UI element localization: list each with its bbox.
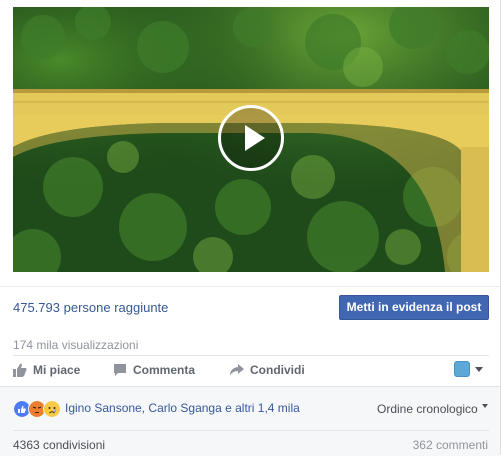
comment-order-label: Ordine cronologico [377,402,478,416]
play-icon [245,125,265,151]
play-button[interactable] [218,105,284,171]
video-player[interactable] [13,7,489,272]
like-label: Mi piace [33,363,81,377]
page-avatar-icon [454,361,470,377]
post-card: 475.793 persone raggiunte Metti in evide… [0,0,501,456]
share-button[interactable]: Condividi [229,363,305,377]
chevron-down-icon [481,404,488,408]
post-as-selector[interactable] [454,361,483,377]
comment-icon [114,364,126,376]
reaction-icons[interactable] [13,400,61,418]
sad-icon [43,400,61,418]
action-bar: Mi piace Commenta Condividi [0,356,500,386]
comment-button[interactable]: Commenta [113,363,195,377]
shares-count-link[interactable]: 4363 condivisioni [13,438,105,452]
comments-count-link[interactable]: 362 commenti [413,438,488,452]
reactors-link[interactable]: Igino Sansone, Carlo Sganga e altri 1,4 … [65,401,300,415]
chevron-down-icon [475,366,483,372]
like-button[interactable]: Mi piace [13,363,80,377]
reach-row: 475.793 persone raggiunte Metti in evide… [0,286,500,331]
views-count: 174 mila visualizzazioni [13,338,139,352]
share-icon [230,364,244,376]
comment-order-dropdown[interactable]: Ordine cronologico [377,402,488,416]
divider [13,430,489,431]
comment-label: Commenta [133,363,196,377]
boost-post-button[interactable]: Metti in evidenza il post [339,295,489,320]
share-label: Condividi [250,363,305,377]
thumbs-up-icon [13,363,27,377]
reactions-comments-panel: Igino Sansone, Carlo Sganga e altri 1,4 … [0,386,500,456]
reach-link[interactable]: 475.793 persone raggiunte [13,300,168,315]
